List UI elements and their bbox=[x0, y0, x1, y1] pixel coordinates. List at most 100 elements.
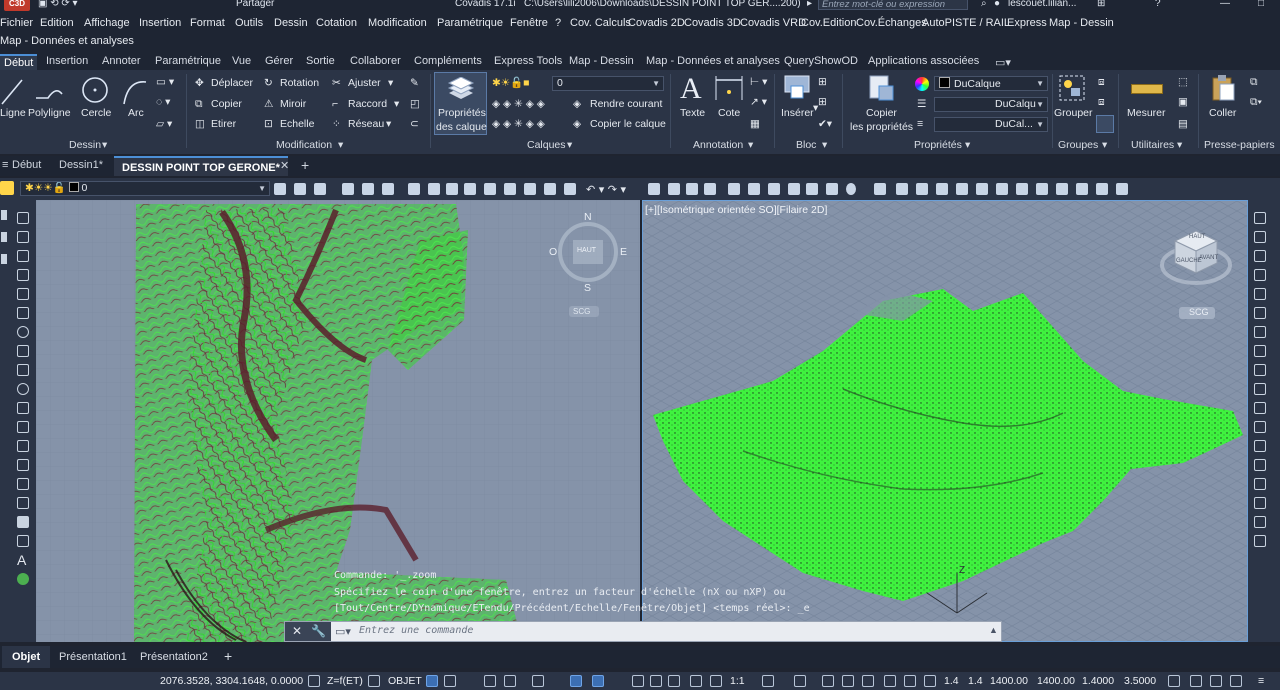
autoscale-icon[interactable] bbox=[710, 675, 722, 687]
doc-tab-active[interactable]: DESSIN POINT TOP GERONE* bbox=[114, 156, 288, 176]
menu-format[interactable]: Format bbox=[190, 17, 225, 29]
layout-tab-presentation1[interactable]: Présentation1 bbox=[59, 651, 127, 663]
erase-tool-icon[interactable] bbox=[1254, 212, 1266, 224]
ribbon-tab-vue[interactable]: Vue bbox=[232, 55, 251, 67]
model-space-icon[interactable] bbox=[308, 675, 320, 687]
view-compass[interactable] bbox=[551, 210, 631, 322]
menu-covadis-vrd[interactable]: Covadis VRD bbox=[740, 17, 806, 29]
panel-expand-icon[interactable]: ▾ bbox=[822, 139, 827, 151]
layout-tab-presentation2[interactable]: Présentation2 bbox=[140, 651, 208, 663]
add-selected-icon[interactable] bbox=[17, 573, 29, 585]
command-input[interactable]: Entrez une commande bbox=[359, 625, 473, 636]
ellipse-arc-icon[interactable] bbox=[17, 402, 29, 414]
menu-fichier[interactable]: Fichier bbox=[0, 17, 33, 29]
menu-cov-edition[interactable]: Cov.Edition bbox=[801, 17, 856, 29]
selection-cycling-icon[interactable] bbox=[668, 675, 680, 687]
scale-tool-icon[interactable] bbox=[1254, 345, 1266, 357]
mtext-tool-icon[interactable]: A bbox=[17, 552, 26, 568]
rotate-tool-icon[interactable] bbox=[1254, 326, 1266, 338]
color-wheel-icon[interactable] bbox=[915, 77, 929, 91]
coller-button[interactable]: Coller bbox=[1209, 107, 1236, 119]
mesurer-button[interactable]: Mesurer bbox=[1127, 107, 1166, 119]
status-tool-icon[interactable] bbox=[1190, 675, 1202, 687]
panel-expand-icon[interactable]: ▾ bbox=[1102, 139, 1107, 151]
status-tool-icon[interactable] bbox=[904, 675, 916, 687]
isodraft-icon[interactable] bbox=[532, 675, 544, 687]
erase-icon[interactable]: ✎ bbox=[410, 77, 419, 89]
construction-line-icon[interactable] bbox=[17, 231, 29, 243]
block-tools-icons[interactable]: ⊞ bbox=[818, 76, 827, 88]
echelle-button[interactable]: Echelle bbox=[280, 118, 314, 130]
polar-icon[interactable] bbox=[504, 675, 516, 687]
copy-properties-label1[interactable]: Copier bbox=[866, 107, 897, 119]
status-tool-icon[interactable] bbox=[924, 675, 936, 687]
circle-tool-icon[interactable] bbox=[17, 326, 29, 338]
viewcube-face-left[interactable]: GAUCHE bbox=[1176, 258, 1202, 264]
multileader-icon[interactable]: ↗ ▾ bbox=[750, 96, 767, 108]
leader-icon[interactable]: ⊢ ▾ bbox=[750, 76, 767, 88]
panel-title-calques[interactable]: Calques bbox=[527, 139, 566, 151]
etirer-button[interactable]: Etirer bbox=[211, 118, 236, 130]
z-mode[interactable]: Z=f(ET) bbox=[327, 675, 363, 687]
viewcube-face-front[interactable]: AVANT bbox=[1199, 255, 1218, 261]
maximize-icon[interactable]: □ bbox=[1258, 0, 1264, 9]
reseau-dropdown-icon[interactable]: ▾ bbox=[386, 118, 391, 130]
extend-tool-icon[interactable] bbox=[1254, 402, 1266, 414]
status-tool-icon[interactable] bbox=[822, 675, 834, 687]
add-layout-button[interactable]: + bbox=[224, 648, 232, 664]
ribbon-options-icon[interactable]: ▭▾ bbox=[995, 56, 1011, 69]
properties-tool-icon[interactable] bbox=[1254, 535, 1266, 547]
cote-button[interactable]: Cote bbox=[718, 107, 740, 119]
region-icon[interactable]: ▱ ▾ bbox=[156, 118, 172, 130]
copy-tool-icon[interactable] bbox=[1254, 231, 1266, 243]
menu-insertion[interactable]: Insertion bbox=[139, 17, 181, 29]
status-tool-icon[interactable] bbox=[1210, 675, 1222, 687]
search-input[interactable]: Entrez mot-clé ou expression bbox=[818, 0, 968, 10]
object-mode[interactable]: OBJET bbox=[388, 675, 422, 687]
menu-modification[interactable]: Modification bbox=[368, 17, 427, 29]
panel-title-dessin[interactable]: Dessin bbox=[69, 139, 101, 151]
snap-icon[interactable] bbox=[444, 675, 456, 687]
panel-expand-icon[interactable]: ▾ bbox=[102, 139, 107, 151]
join-tool-icon[interactable] bbox=[1254, 440, 1266, 452]
layer-combo[interactable]: ✱☀☀🔓 0 ▼ bbox=[20, 181, 270, 196]
gradient-tool-icon[interactable] bbox=[17, 497, 29, 509]
layout-tab-objet[interactable]: Objet bbox=[2, 646, 51, 668]
compass-east[interactable]: E bbox=[620, 246, 627, 258]
grid-icon[interactable] bbox=[426, 675, 438, 687]
transparency-icon[interactable] bbox=[650, 675, 662, 687]
osnap-icon[interactable] bbox=[592, 675, 604, 687]
block-edit-icon[interactable]: ⊞ bbox=[818, 96, 827, 108]
offset-icon[interactable]: ⊂ bbox=[410, 118, 419, 130]
copier-le-calque-button[interactable]: Copier le calque bbox=[590, 118, 666, 130]
panel-expand-icon[interactable]: ▾ bbox=[965, 139, 970, 151]
ribbon-tab-collaborer[interactable]: Collaborer bbox=[350, 55, 401, 67]
ribbon-tab-gerer[interactable]: Gérer bbox=[265, 55, 293, 67]
break-tool-icon[interactable] bbox=[1254, 421, 1266, 433]
calculator-icon[interactable]: ▤ bbox=[1178, 118, 1188, 130]
polyline-tool-icon[interactable] bbox=[17, 250, 29, 262]
compass-north[interactable]: N bbox=[584, 211, 592, 223]
cut-icon[interactable]: ⧉ bbox=[1250, 76, 1258, 89]
point-tool-icon[interactable] bbox=[17, 459, 29, 471]
fillet-tool-icon[interactable] bbox=[1254, 478, 1266, 490]
menu-cov-echanges[interactable]: Cov.Échanges bbox=[856, 17, 927, 29]
panel-title-proprietes[interactable]: Propriétés bbox=[914, 139, 962, 151]
grouper-button[interactable]: Grouper bbox=[1054, 107, 1093, 119]
ajuster-button[interactable]: Ajuster bbox=[348, 77, 381, 89]
chamfer-tool-icon[interactable] bbox=[1254, 459, 1266, 471]
table-icon[interactable]: ▦ bbox=[750, 118, 760, 130]
menu-outils[interactable]: Outils bbox=[235, 17, 263, 29]
explode-tool-icon[interactable] bbox=[1254, 516, 1266, 528]
doc-tab-dessin1[interactable]: Dessin1* bbox=[59, 159, 103, 171]
copier-button[interactable]: Copier bbox=[211, 98, 242, 110]
ribbon-tab-express-tools[interactable]: Express Tools bbox=[494, 55, 562, 67]
ribbon-tab-sortie[interactable]: Sortie bbox=[306, 55, 335, 67]
block-attr-icon[interactable]: ✔▾ bbox=[818, 118, 832, 130]
viewcube-top[interactable]: HAUT bbox=[577, 247, 596, 254]
command-line[interactable]: ✕ 🔧 ▭▾ Entrez une commande ▲ bbox=[284, 621, 1002, 642]
snap-mode-icon[interactable] bbox=[368, 675, 380, 687]
lineweight-display-icon[interactable] bbox=[632, 675, 644, 687]
compass-south[interactable]: S bbox=[584, 282, 591, 294]
menu-express[interactable]: Express bbox=[1007, 17, 1047, 29]
